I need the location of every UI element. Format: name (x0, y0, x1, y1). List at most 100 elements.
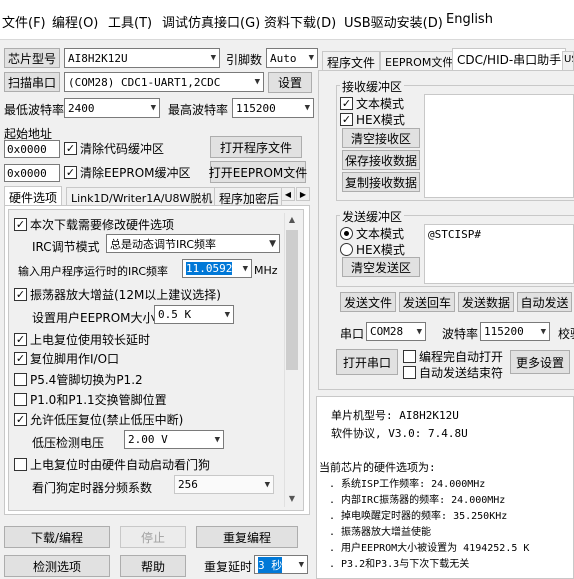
scrollbar-thumb[interactable] (286, 230, 298, 370)
lvr-checkbox[interactable]: ✓ 允许低压复位(禁止低压中断) (14, 411, 183, 428)
serial-port-label: 串口 (340, 327, 365, 341)
clear-code-label: 清除代码缓冲区 (80, 142, 165, 156)
eeprom-address-input[interactable]: 0x0000 (4, 164, 60, 182)
lvr-label: 允许低压复位(禁止低压中断) (30, 413, 184, 427)
settings-button[interactable]: 设置 (268, 72, 312, 93)
chip-model-button[interactable]: 芯片型号 (4, 48, 60, 68)
tab-offline[interactable]: Link1D/Writer1A/U8W脱机 (66, 187, 218, 206)
chevron-down-icon: ▼ (242, 263, 248, 274)
menu-tools[interactable]: 工具(T) (108, 12, 152, 31)
more-settings-button[interactable]: 更多设置 (510, 350, 570, 374)
checkmark-icon: ✓ (14, 413, 27, 426)
power-reset-label: 上电复位使用较长延时 (30, 333, 151, 347)
tab-usb[interactable]: US (562, 51, 574, 71)
tab-scroll-left-icon[interactable]: ◀ (281, 187, 295, 201)
empty-checkbox-icon (14, 393, 27, 406)
empty-checkbox-icon (14, 373, 27, 386)
open-port-button[interactable]: 打开串口 (336, 349, 398, 375)
wdt-auto-checkbox[interactable]: 上电复位时由硬件自动启动看门狗 (14, 456, 210, 473)
copy-receive-button[interactable]: 复制接收数据 (342, 172, 420, 192)
pins-select[interactable]: Auto ▼ (266, 48, 318, 68)
p54-checkbox[interactable]: P5.4管脚切换为P1.2 (14, 371, 143, 388)
p54-label: P5.4管脚切换为P1.2 (30, 373, 143, 387)
repeat-delay-select[interactable]: 3 秒 ▼ (254, 555, 308, 574)
send-textarea[interactable]: @STCISP# (424, 224, 574, 284)
recv-hex-mode[interactable]: ✓ HEX模式 (340, 111, 405, 128)
open-eeprom-button[interactable]: 打开EEPROM文件 (209, 161, 307, 183)
output-log[interactable]: 单片机型号: AI8H2K12U 软件协议, V3.0: 7.4.8U 当前芯片… (316, 396, 574, 579)
radio-selected-icon (340, 227, 353, 240)
menu-file[interactable]: 文件(F) (2, 12, 46, 31)
need-modify-checkbox[interactable]: ✓ 本次下载需要修改硬件选项 (14, 216, 174, 233)
port-select[interactable]: (COM28) CDC1-UART1,2CDC ▼ (64, 72, 264, 92)
menu-debug[interactable]: 调试仿真接口(G) (162, 12, 260, 31)
menu-english[interactable]: English (446, 12, 493, 27)
send-hex-mode[interactable]: HEX模式 (340, 241, 405, 258)
send-data-button[interactable]: 发送数据 (458, 292, 514, 312)
menu-usb-driver[interactable]: USB驱动安装(D) (344, 12, 443, 31)
tab-serial-assistant[interactable]: CDC/HID-串口助手 (452, 48, 567, 71)
baud-select[interactable]: 115200 ▼ (480, 322, 550, 341)
irc-mode-select[interactable]: 总是动态调节IRC频率 ▼ (106, 234, 280, 253)
eeprom-size-value: 0.5 K (158, 308, 192, 321)
help-button[interactable]: 帮助 (120, 555, 186, 577)
auto-open-checkbox[interactable]: 编程完自动打开 (403, 348, 503, 365)
scan-port-button[interactable]: 扫描串口 (4, 72, 60, 92)
scroll-up-icon[interactable]: ▲ (285, 215, 299, 227)
empty-checkbox-icon (403, 350, 416, 363)
chevron-down-icon: ▼ (210, 53, 216, 63)
save-receive-button[interactable]: 保存接收数据 (342, 150, 420, 170)
recv-text-label: 文本模式 (356, 97, 405, 111)
clear-send-button[interactable]: 清空发送区 (342, 257, 420, 277)
chevron-down-icon: ▼ (308, 53, 314, 63)
send-text-mode[interactable]: 文本模式 (340, 225, 404, 242)
baud-value: 115200 (484, 325, 524, 338)
auto-terminator-checkbox[interactable]: 自动发送结束符 (403, 364, 503, 381)
menu-bar: 文件(F) 编程(O) 工具(T) 调试仿真接口(G) 资料下载(D) USB驱… (0, 0, 574, 40)
tab-encrypt[interactable]: 程序加密后 (214, 187, 282, 206)
send-enter-button[interactable]: 发送回车 (399, 292, 455, 312)
send-file-button[interactable]: 发送文件 (340, 292, 396, 312)
clear-code-checkbox[interactable]: ✓ 清除代码缓冲区 (64, 140, 164, 157)
tab-hardware-options[interactable]: 硬件选项 (4, 186, 63, 206)
stop-button[interactable]: 停止 (120, 526, 186, 548)
code-address-input[interactable]: 0x0000 (4, 140, 60, 158)
recv-text-mode[interactable]: ✓ 文本模式 (340, 95, 404, 112)
p10-checkbox[interactable]: P1.0和P1.1交换管脚位置 (14, 391, 167, 408)
min-baud-select[interactable]: 2400 ▼ (64, 98, 160, 118)
chevron-down-icon: ▼ (304, 103, 310, 113)
serial-port-select[interactable]: COM28 ▼ (366, 322, 426, 341)
menu-download[interactable]: 资料下载(D) (264, 12, 336, 31)
lvd-select[interactable]: 2.00 V ▼ (124, 430, 224, 449)
tab-eeprom-file[interactable]: EEPROM文件 (380, 51, 459, 71)
max-baud-select[interactable]: 115200 ▼ (232, 98, 314, 118)
scroll-down-icon[interactable]: ▼ (285, 494, 299, 506)
menu-program[interactable]: 编程(O) (52, 12, 98, 31)
irc-freq-select[interactable]: 11.0592 ▼ (182, 259, 252, 278)
wdt-div-label: 看门狗定时器分频系数 (32, 481, 153, 495)
receive-textarea[interactable] (424, 94, 574, 198)
power-reset-checkbox[interactable]: ✓ 上电复位使用较长延时 (14, 331, 150, 348)
osc-gain-checkbox[interactable]: ✓ 振荡器放大增益(12M以上建议选择) (14, 286, 221, 303)
tab-program-file[interactable]: 程序文件 (322, 51, 381, 71)
log-line: . 掉电唤醒定时器的频率: 35.250KHz (329, 511, 508, 522)
repeat-program-button[interactable]: 重复编程 (196, 526, 298, 548)
download-button[interactable]: 下载/编程 (4, 526, 110, 548)
irc-freq-unit: MHz (254, 264, 278, 277)
auto-send-button[interactable]: 自动发送 (517, 292, 572, 312)
min-baud-value: 2400 (68, 101, 95, 115)
detect-options-button[interactable]: 检测选项 (4, 555, 110, 577)
wdt-div-select[interactable]: 256 ▼ (174, 475, 274, 494)
checkmark-icon: ✓ (340, 97, 353, 110)
tab-scroll-right-icon[interactable]: ▶ (296, 187, 310, 201)
osc-gain-label: 振荡器放大增益(12M以上建议选择) (30, 288, 221, 302)
chip-model-select[interactable]: AI8H2K12U ▼ (64, 48, 220, 68)
chevron-down-icon: ▼ (214, 434, 220, 445)
clear-receive-button[interactable]: 清空接收区 (342, 128, 420, 148)
eeprom-size-select[interactable]: 0.5 K ▼ (154, 305, 234, 324)
reset-io-checkbox[interactable]: ✓ 复位脚用作I/O口 (14, 350, 119, 367)
open-program-button[interactable]: 打开程序文件 (210, 136, 302, 158)
pins-label: 引脚数 (226, 53, 263, 67)
wdt-div-value: 256 (178, 478, 198, 491)
clear-eeprom-checkbox[interactable]: ✓ 清除EEPROM缓冲区 (64, 164, 191, 181)
